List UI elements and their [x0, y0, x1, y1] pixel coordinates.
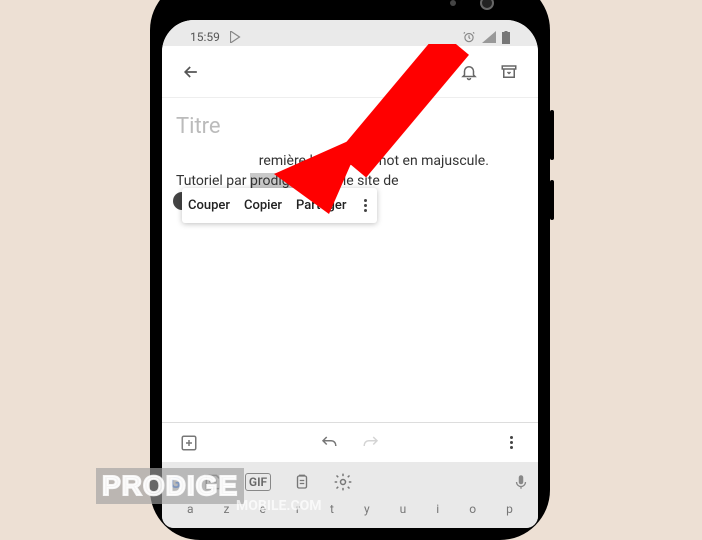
copy-menu-item[interactable]: Copier — [244, 198, 282, 213]
signal-icon — [482, 31, 496, 43]
text-context-menu: Couper Copier Partager — [182, 188, 377, 223]
watermark: PRODIGE MOBILE.COM — [96, 468, 244, 504]
status-bar: 15:59 — [162, 20, 538, 46]
share-menu-item[interactable]: Partager — [296, 198, 346, 213]
app-toolbar — [162, 46, 538, 98]
note-content[interactable]: Titre On met une première lettre d'un mo… — [162, 98, 538, 422]
phone-camera — [480, 0, 494, 10]
selected-text[interactable]: prodigemobile — [250, 173, 339, 189]
phone-sensor — [450, 0, 456, 6]
play-store-icon — [230, 31, 241, 43]
volume-button — [550, 110, 554, 160]
settings-icon[interactable] — [333, 472, 353, 492]
gif-button[interactable]: GIF — [245, 473, 271, 491]
battery-icon — [502, 31, 510, 44]
phone-frame: 15:59 Titre — [150, 0, 550, 540]
clipboard-icon[interactable] — [293, 472, 311, 492]
status-time: 15:59 — [190, 30, 220, 44]
redo-button[interactable] — [356, 428, 386, 458]
note-bottom-toolbar — [162, 422, 538, 462]
undo-button[interactable] — [314, 428, 344, 458]
power-button — [550, 180, 554, 220]
alarm-icon — [462, 30, 476, 44]
phone-screen: 15:59 Titre — [162, 20, 538, 528]
mic-icon[interactable] — [512, 472, 530, 492]
overflow-menu-item[interactable] — [360, 199, 371, 212]
add-button[interactable] — [174, 428, 204, 458]
keyboard-top-row[interactable]: a z e r t y u i o p — [162, 502, 538, 528]
reminder-button[interactable] — [454, 57, 484, 87]
note-title-field[interactable]: Titre — [176, 114, 524, 139]
pin-button[interactable] — [414, 57, 444, 87]
archive-button[interactable] — [494, 57, 524, 87]
more-button[interactable] — [496, 428, 526, 458]
back-button[interactable] — [176, 57, 206, 87]
cut-menu-item[interactable]: Couper — [188, 198, 230, 213]
